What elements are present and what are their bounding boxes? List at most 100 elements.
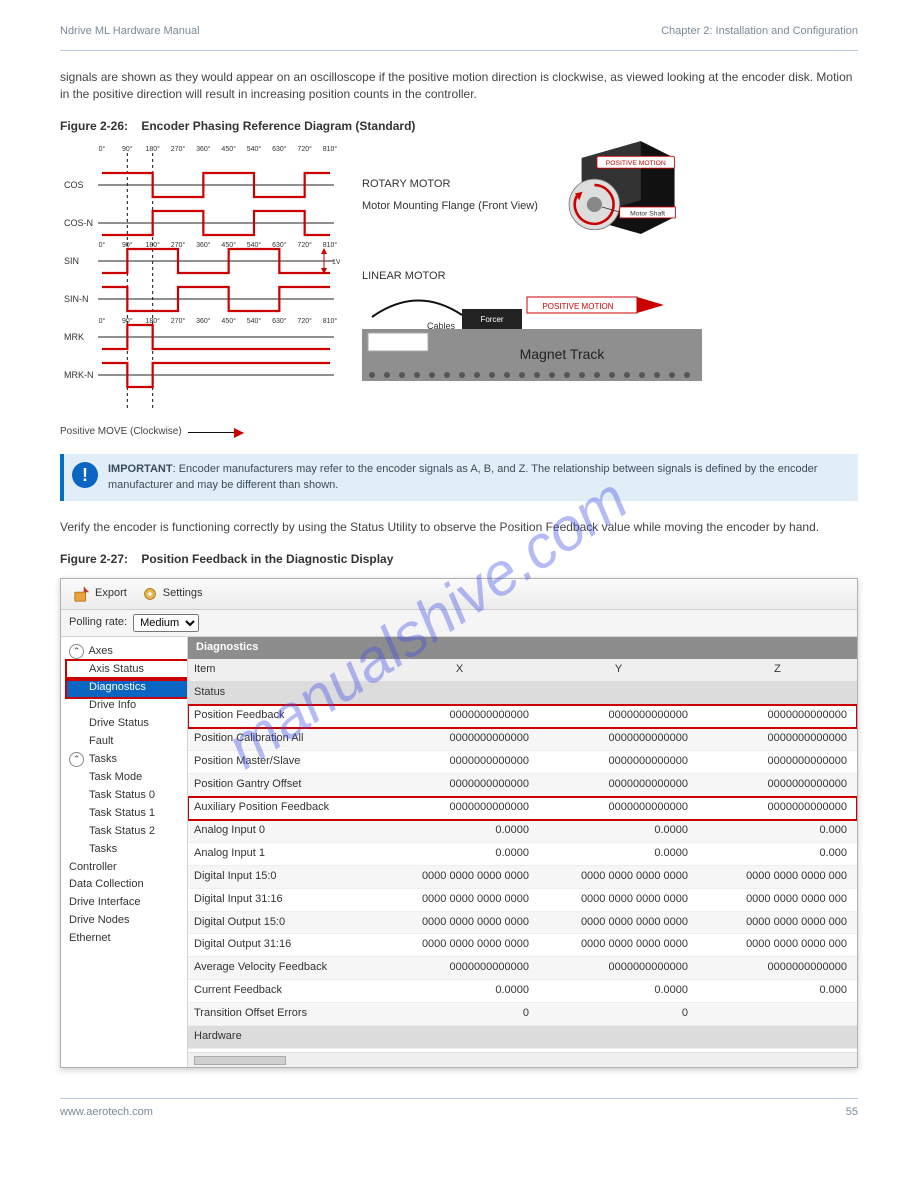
intro-paragraph: signals are shown as they would appear o… — [60, 69, 858, 104]
important-callout: ! IMPORTANT: Encoder manufacturers may r… — [60, 454, 858, 502]
svg-text:810°: 810° — [323, 145, 338, 153]
col-item: Item — [188, 659, 380, 681]
table-row[interactable]: Analog Input 00.00000.00000.000 — [188, 820, 857, 843]
tree-item[interactable]: Drive Info — [67, 697, 187, 715]
svg-text:POSITIVE MOTION: POSITIVE MOTION — [542, 302, 613, 311]
direction-arrow-icon — [188, 432, 243, 433]
svg-text:Motor Shaft: Motor Shaft — [630, 211, 665, 218]
svg-text:Magnet Track: Magnet Track — [520, 346, 606, 362]
nav-tree[interactable]: ⌃ AxesAxis StatusDiagnosticsDrive InfoDr… — [61, 637, 188, 1067]
grid-body[interactable]: StatusPosition Feedback00000000000000000… — [188, 682, 857, 1052]
rotary-subtitle: Motor Mounting Flange (Front View) — [362, 199, 538, 215]
svg-text:360°: 360° — [196, 317, 211, 325]
table-row[interactable]: Position Gantry Offset000000000000000000… — [188, 774, 857, 797]
waveform-caption: Positive MOVE (Clockwise) — [60, 425, 340, 440]
tree-item[interactable]: Data Collection — [67, 876, 187, 894]
horizontal-scrollbar[interactable] — [188, 1052, 857, 1067]
grid-section: Hardware — [188, 1026, 857, 1049]
tree-item[interactable]: Drive Interface — [67, 894, 187, 912]
svg-text:810°: 810° — [323, 317, 338, 325]
svg-text:540°: 540° — [247, 317, 262, 325]
svg-text:360°: 360° — [196, 241, 211, 249]
figure-1: .rd{stroke:#cc0000;stroke-width:2.2;fill… — [60, 141, 858, 440]
table-row[interactable]: Position Calibration All0000000000000000… — [188, 728, 857, 751]
settings-button[interactable]: Settings — [137, 583, 207, 605]
grid-section: Status — [188, 682, 857, 705]
tree-item[interactable]: Task Status 0 — [67, 787, 187, 805]
tree-item[interactable]: Ethernet — [67, 930, 187, 948]
svg-text:90°: 90° — [122, 241, 133, 249]
svg-text:1Vpk-pk: 1Vpk-pk — [332, 259, 340, 266]
grid-header: Item X Y Z — [188, 659, 857, 682]
svg-text:0°: 0° — [99, 241, 106, 249]
svg-text:540°: 540° — [247, 241, 262, 249]
linear-motor-svg: Cables Forcer POSITIVE MOTION Magnet Tra… — [362, 287, 702, 397]
svg-text:540°: 540° — [247, 145, 262, 153]
tree-item[interactable]: Controller — [67, 859, 187, 877]
important-icon: ! — [72, 462, 98, 488]
svg-text:90°: 90° — [122, 145, 133, 153]
svg-text:90°: 90° — [122, 317, 133, 325]
tree-item[interactable]: Task Status 2 — [67, 823, 187, 841]
table-row[interactable]: Average Velocity Feedback000000000000000… — [188, 957, 857, 980]
svg-text:180°: 180° — [145, 241, 160, 249]
rotary-motor-svg: POSITIVE MOTION Motor Shaft — [548, 141, 683, 251]
footer-rule — [60, 1098, 858, 1099]
tree-item[interactable]: Axis Status — [67, 661, 187, 679]
waveform-panel: .rd{stroke:#cc0000;stroke-width:2.2;fill… — [60, 141, 340, 440]
svg-text:0°: 0° — [99, 145, 106, 153]
svg-text:0°: 0° — [99, 317, 106, 325]
toolbar: Export Settings — [61, 579, 857, 610]
important-label: IMPORTANT — [108, 463, 173, 475]
tree-item[interactable]: Task Mode — [67, 769, 187, 787]
table-row[interactable]: Digital Input 31:160000 0000 0000 000000… — [188, 889, 857, 912]
page-header: Ndrive ML Hardware Manual Chapter 2: Ins… — [60, 24, 858, 40]
tree-group-axes[interactable]: ⌃ Axes — [67, 643, 187, 661]
table-row[interactable]: Analog Input 10.00000.00000.000 — [188, 843, 857, 866]
paragraph-2: Verify the encoder is functioning correc… — [60, 519, 858, 536]
svg-text:810°: 810° — [323, 241, 338, 249]
tree-group-tasks[interactable]: ⌃ Tasks — [67, 751, 187, 769]
grid-title: Diagnostics — [188, 637, 857, 659]
tree-item[interactable]: Fault — [67, 733, 187, 751]
polling-label: Polling rate: — [69, 615, 127, 631]
chevron-up-icon[interactable]: ⌃ — [69, 752, 84, 767]
tree-item[interactable]: Tasks — [67, 841, 187, 859]
table-row[interactable]: Position Feedback00000000000000000000000… — [188, 705, 857, 728]
tree-item[interactable]: Drive Nodes — [67, 912, 187, 930]
chevron-up-icon[interactable]: ⌃ — [69, 644, 84, 659]
svg-text:270°: 270° — [171, 241, 186, 249]
motor-panel: ROTARY MOTOR Motor Mounting Flange (Fron… — [362, 141, 858, 397]
export-button[interactable]: Export — [69, 583, 131, 605]
linear-title: LINEAR MOTOR — [362, 269, 858, 285]
table-row[interactable]: Digital Output 15:00000 0000 0000 000000… — [188, 912, 857, 935]
page-footer: www.aerotech.com 55 — [60, 1105, 858, 1121]
table-row[interactable]: Position Master/Slave0000000000000000000… — [188, 751, 857, 774]
svg-text:180°: 180° — [145, 145, 160, 153]
table-row[interactable]: Digital Output 31:160000 0000 0000 00000… — [188, 934, 857, 957]
table-row[interactable]: Current Feedback0.00000.00000.000 — [188, 980, 857, 1003]
polling-rate-select[interactable]: LowMediumHigh — [133, 614, 199, 632]
important-text: : Encoder manufacturers may refer to the… — [108, 463, 817, 491]
col-y: Y — [539, 659, 698, 681]
export-icon — [73, 585, 91, 603]
svg-text:COS-N: COS-N — [64, 218, 93, 228]
header-left: Ndrive ML Hardware Manual — [60, 24, 200, 40]
svg-text:720°: 720° — [297, 145, 312, 153]
tree-item[interactable]: Task Status 1 — [67, 805, 187, 823]
figure-2-title: Figure 2-27: Position Feedback in the Di… — [60, 551, 858, 568]
diagnostics-grid: Diagnostics Item X Y Z StatusPosition Fe… — [188, 637, 857, 1067]
svg-text:450°: 450° — [221, 145, 236, 153]
svg-text:630°: 630° — [272, 317, 287, 325]
svg-text:450°: 450° — [221, 317, 236, 325]
footer-left: www.aerotech.com — [60, 1105, 153, 1121]
table-row[interactable]: Auxiliary Position Feedback0000000000000… — [188, 797, 857, 820]
tree-item[interactable]: Diagnostics — [67, 679, 187, 697]
table-row[interactable]: Transition Offset Errors00 — [188, 1003, 857, 1026]
tree-item[interactable]: Drive Status — [67, 715, 187, 733]
table-row[interactable]: Digital Input 15:00000 0000 0000 0000000… — [188, 866, 857, 889]
svg-text:270°: 270° — [171, 145, 186, 153]
header-rule — [60, 50, 858, 51]
rotary-title: ROTARY MOTOR — [362, 177, 538, 193]
header-right: Chapter 2: Installation and Configuratio… — [661, 24, 858, 40]
